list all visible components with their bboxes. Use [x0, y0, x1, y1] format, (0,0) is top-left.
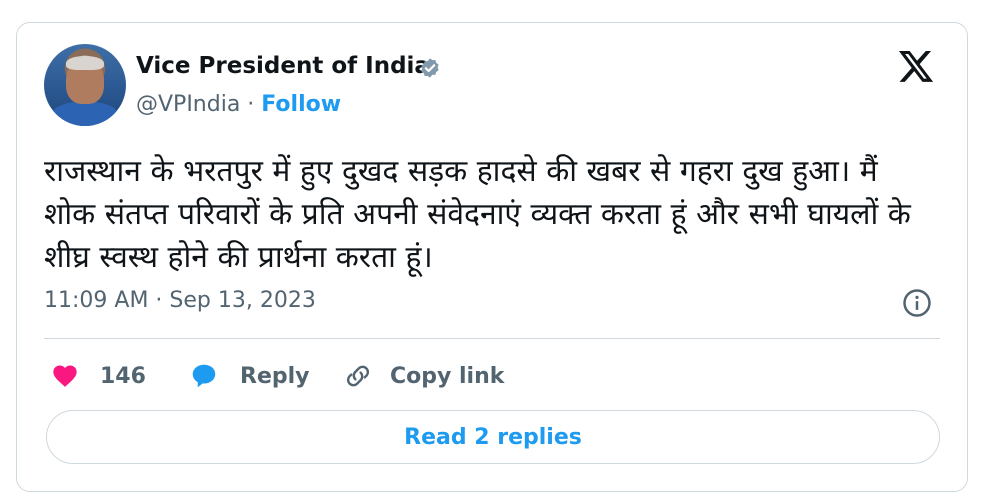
reply-bubble-icon — [192, 364, 216, 388]
avatar[interactable] — [44, 44, 126, 126]
handle-row: @VPIndia · Follow — [136, 92, 341, 117]
reply-label: Reply — [240, 363, 310, 389]
divider — [44, 338, 940, 339]
copy-link-label: Copy link — [390, 363, 505, 389]
verified-badge-icon — [421, 58, 439, 78]
heart-icon — [53, 365, 77, 387]
author-name[interactable]: Vice President of India — [136, 53, 430, 79]
read-replies-button[interactable]: Read 2 replies — [46, 410, 940, 464]
tweet-timestamp[interactable]: 11:09 AM · Sep 13, 2023 — [44, 288, 316, 313]
copy-link-button[interactable]: Copy link — [342, 358, 504, 394]
tweet-text: राजस्थान के भरतपुर में हुए दुखद सड़क हाद… — [44, 154, 911, 275]
like-count: 146 — [100, 363, 146, 389]
info-icon[interactable] — [902, 288, 932, 318]
x-logo-icon[interactable] — [896, 47, 936, 85]
reply-button[interactable]: Reply — [188, 358, 310, 394]
follow-link[interactable]: Follow — [261, 92, 341, 117]
link-icon — [346, 365, 370, 387]
author-handle[interactable]: @VPIndia — [136, 92, 240, 117]
handle-separator: · — [240, 92, 262, 117]
like-button[interactable]: 146 — [50, 358, 146, 394]
